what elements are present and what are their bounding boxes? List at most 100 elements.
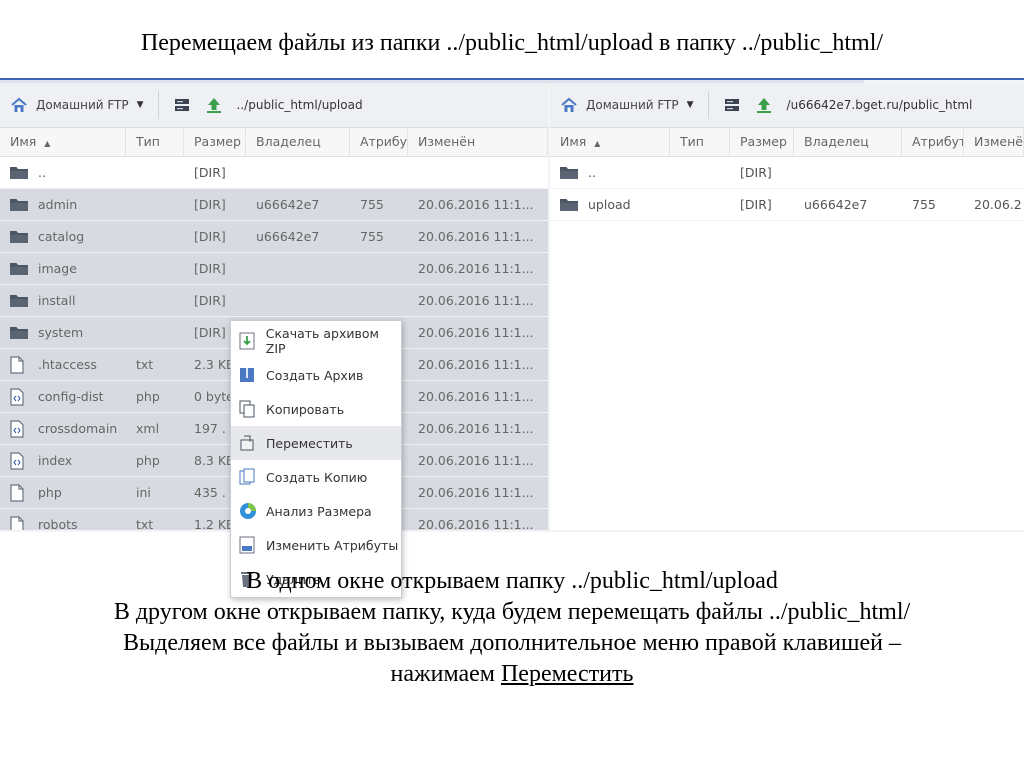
- file-attributes: 755: [360, 229, 384, 244]
- context-menu-item[interactable]: Создать Копию: [231, 460, 401, 494]
- folder-icon: [10, 326, 28, 340]
- file-name: .htaccess: [38, 357, 97, 372]
- column-header-modified[interactable]: Изменён: [408, 128, 548, 156]
- file-row[interactable]: .. [DIR]: [550, 157, 1024, 189]
- file-icon: [10, 355, 28, 374]
- file-row[interactable]: catalog [DIR] u66642e7 755 20.06.2016 11:1..…: [0, 221, 548, 253]
- file-name: ..: [38, 165, 46, 180]
- file-modified: 20.06.2016 11:1...: [418, 293, 534, 308]
- file-name: image: [38, 261, 77, 276]
- up-folder-icon[interactable]: [205, 96, 223, 114]
- file-size: [DIR]: [194, 293, 226, 308]
- chevron-down-icon[interactable]: ▼: [137, 100, 144, 110]
- column-label: Имя: [560, 134, 587, 149]
- file-name: catalog: [38, 229, 85, 244]
- folder-icon: [560, 166, 578, 180]
- file-owner: u66642e7: [256, 229, 320, 244]
- code-file-icon: [10, 387, 28, 406]
- caption-line: нажимаем Переместить: [0, 659, 1024, 690]
- home-icon[interactable]: [10, 96, 28, 114]
- file-modified: 20.06.2016 11:1...: [418, 485, 534, 500]
- server-icon[interactable]: [723, 96, 741, 114]
- file-type: php: [136, 389, 160, 404]
- file-name-cell: upload: [550, 197, 670, 212]
- context-menu: Скачать архивом ZIP Создать Архив Копирова…: [230, 320, 402, 598]
- file-type: xml: [136, 421, 160, 436]
- column-header-type[interactable]: Тип: [670, 128, 730, 156]
- caption-text: нажимаем: [390, 661, 501, 687]
- right-pane-toolbar: Домашний FTP ▼ /u66642e7.bget.ru/public_…: [550, 83, 1024, 128]
- toolbar-divider: [157, 91, 159, 119]
- file-size: [DIR]: [740, 165, 772, 180]
- code-file-icon: [10, 419, 28, 438]
- context-menu-item[interactable]: Создать Архив: [231, 358, 401, 392]
- file-modified: 20.06.2016 11:1...: [418, 229, 534, 244]
- column-header-attr[interactable]: Атрибут: [902, 128, 964, 156]
- caption-line: Выделяем все файлы и вызываем дополнител…: [122, 630, 902, 656]
- file-size: [DIR]: [194, 165, 226, 180]
- file-modified: 20.06.2016 11:1...: [418, 517, 534, 530]
- ftp-file-manager-screenshot: Домашний FTP ▼ ../public_html/upload Имя…: [0, 78, 1024, 598]
- context-menu-item[interactable]: Копировать: [231, 392, 401, 426]
- site-selector-label[interactable]: Домашний FTP: [586, 98, 679, 112]
- file-row[interactable]: upload [DIR] u66642e7 755 20.06.2: [550, 189, 1024, 221]
- column-header-type[interactable]: Тип: [126, 128, 184, 156]
- file-modified: 20.06.2016 11:1...: [418, 261, 534, 276]
- file-name-cell: ..: [0, 165, 126, 180]
- server-icon[interactable]: [173, 96, 191, 114]
- file-row[interactable]: .. [DIR]: [0, 157, 548, 189]
- column-header-owner[interactable]: Владелец: [246, 128, 350, 156]
- file-row[interactable]: image [DIR] 20.06.2016 11:1...: [0, 253, 548, 285]
- folder-icon: [10, 262, 28, 276]
- file-name: upload: [588, 197, 631, 212]
- folder-icon: [560, 198, 578, 212]
- context-menu-item[interactable]: Изменить Атрибуты: [231, 528, 401, 562]
- file-icon: [10, 515, 28, 530]
- folder-icon: [10, 166, 28, 180]
- slide-caption: В одном окне открываем папку ../public_h…: [0, 566, 1024, 690]
- column-header-attr[interactable]: Атрибут: [350, 128, 408, 156]
- sort-arrow-icon: ▲: [44, 139, 51, 148]
- file-name-cell: admin: [0, 197, 126, 212]
- file-name-cell: install: [0, 293, 126, 308]
- move-icon: [239, 434, 257, 452]
- file-name-cell: index: [0, 451, 126, 470]
- right-file-list: .. [DIR] upload [DIR] u66642e7 755 20.06.2: [550, 157, 1024, 221]
- file-modified: 20.06.2: [974, 197, 1022, 212]
- context-menu-label: Создать Копию: [266, 469, 368, 485]
- size-analysis-icon: [239, 502, 257, 520]
- column-header-owner[interactable]: Владелец: [794, 128, 902, 156]
- file-attributes: 755: [912, 197, 936, 212]
- column-header-size[interactable]: Размер: [730, 128, 794, 156]
- current-path[interactable]: /u66642e7.bget.ru/public_html: [787, 98, 973, 112]
- current-path[interactable]: ../public_html/upload: [237, 98, 363, 112]
- home-icon[interactable]: [560, 96, 578, 114]
- copy-icon: [239, 400, 257, 418]
- context-menu-label: Анализ Размера: [266, 503, 372, 519]
- up-folder-icon[interactable]: [755, 96, 773, 114]
- context-menu-item[interactable]: Переместить: [231, 426, 401, 460]
- file-type: ini: [136, 485, 151, 500]
- column-header-name[interactable]: Имя ▲: [0, 128, 126, 156]
- site-selector-label[interactable]: Домашний FTP: [36, 98, 129, 112]
- context-menu-item[interactable]: Скачать архивом ZIP: [231, 324, 401, 358]
- chevron-down-icon[interactable]: ▼: [687, 100, 694, 110]
- file-name-cell: php: [0, 483, 126, 502]
- folder-icon: [10, 198, 28, 212]
- left-pane-toolbar: Домашний FTP ▼ ../public_html/upload: [0, 83, 548, 128]
- caption-move-link: Переместить: [500, 661, 634, 687]
- attributes-icon: [239, 536, 257, 554]
- file-modified: 20.06.2016 11:1...: [418, 453, 534, 468]
- file-type: txt: [136, 357, 154, 372]
- column-header-size[interactable]: Размер: [184, 128, 246, 156]
- file-row[interactable]: admin [DIR] u66642e7 755 20.06.2016 11:1...: [0, 189, 548, 221]
- context-menu-item[interactable]: Анализ Размера: [231, 494, 401, 528]
- file-owner: u66642e7: [256, 197, 320, 212]
- column-header-name[interactable]: Имя ▲: [550, 128, 670, 156]
- column-header-modified[interactable]: Изменён: [964, 128, 1024, 156]
- file-row[interactable]: install [DIR] 20.06.2016 11:1...: [0, 285, 548, 317]
- right-table-header: Имя ▲ Тип Размер Владелец Атрибут Изменё…: [550, 128, 1024, 157]
- file-modified: 20.06.2016 11:1...: [418, 325, 534, 340]
- file-type: php: [136, 453, 160, 468]
- file-size: [DIR]: [194, 229, 226, 244]
